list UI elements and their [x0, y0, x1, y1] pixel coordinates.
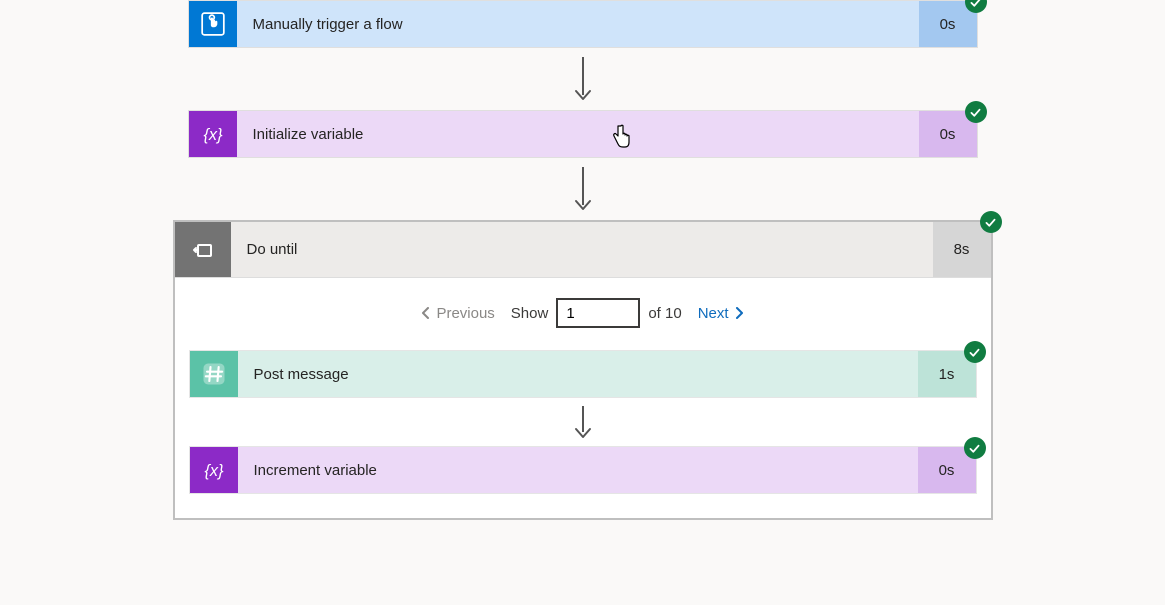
variable-icon: {x}: [190, 447, 238, 493]
step-title: Increment variable: [238, 447, 918, 493]
step-initialize-variable[interactable]: {x} Initialize variable 0s: [188, 110, 978, 158]
flow-canvas: Manually trigger a flow 0s {x} Initializ…: [0, 0, 1165, 540]
variable-icon: {x}: [189, 111, 237, 157]
pager-next-label: Next: [698, 305, 729, 322]
pager-total-label: of 10: [648, 305, 681, 322]
step-duration: 8s: [933, 222, 991, 277]
step-do-until[interactable]: Do until 8s Previous Show of 10 Next: [173, 220, 993, 520]
do-until-body: Previous Show of 10 Next: [175, 278, 991, 518]
svg-text:{x}: {x}: [203, 126, 223, 144]
connector-arrow-icon: [188, 158, 978, 220]
pager-previous-label: Previous: [436, 305, 494, 322]
success-check-icon: [964, 341, 986, 363]
connector-arrow-icon: [189, 398, 977, 446]
manual-trigger-icon: [189, 1, 237, 47]
svg-text:{x}: {x}: [204, 462, 224, 480]
pager-page-input[interactable]: [556, 298, 640, 328]
do-until-header[interactable]: Do until 8s: [175, 222, 991, 278]
step-increment-variable[interactable]: {x} Increment variable 0s: [189, 446, 977, 494]
slack-hash-icon: [190, 351, 238, 397]
pager-previous[interactable]: Previous: [420, 305, 494, 322]
step-title: Manually trigger a flow: [237, 1, 919, 47]
pager-show-label: Show: [511, 305, 549, 322]
success-check-icon: [980, 211, 1002, 233]
success-check-icon: [964, 437, 986, 459]
step-title: Post message: [238, 351, 918, 397]
step-title: Initialize variable: [237, 111, 919, 157]
step-post-message[interactable]: Post message 1s: [189, 350, 977, 398]
connector-arrow-icon: [188, 48, 978, 110]
iteration-pager: Previous Show of 10 Next: [189, 298, 977, 328]
pager-next[interactable]: Next: [698, 305, 745, 322]
step-title: Do until: [231, 222, 933, 277]
success-check-icon: [965, 101, 987, 123]
do-until-icon: [175, 222, 231, 277]
step-trigger[interactable]: Manually trigger a flow 0s: [188, 0, 978, 48]
